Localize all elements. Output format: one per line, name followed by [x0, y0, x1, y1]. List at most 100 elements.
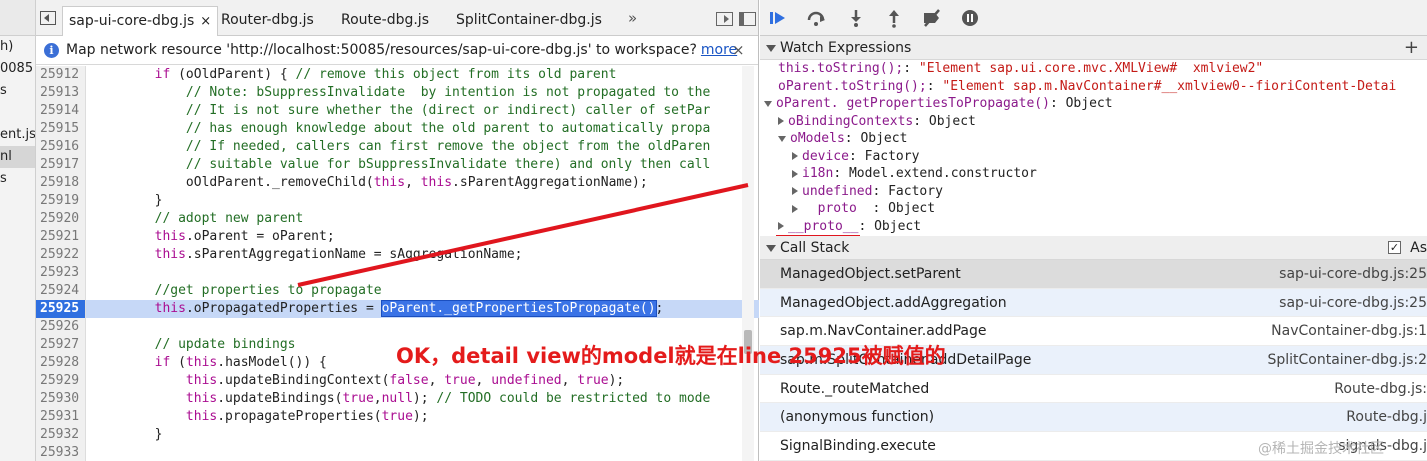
- code-line[interactable]: 25933: [36, 444, 759, 461]
- async-checkbox[interactable]: ✓: [1388, 241, 1401, 254]
- expanded-triangle-icon[interactable]: [764, 100, 772, 107]
- line-number[interactable]: 25921: [36, 228, 86, 246]
- code-line[interactable]: 25920 // adopt new parent: [36, 210, 759, 228]
- line-number[interactable]: 25930: [36, 390, 86, 408]
- code-line[interactable]: 25916 // If needed, callers can first re…: [36, 138, 759, 156]
- navigator-item[interactable]: h): [0, 36, 35, 58]
- call-frame[interactable]: Route._routeMatched Route-dbg.js:: [760, 375, 1427, 404]
- expanded-triangle-icon[interactable]: [778, 135, 786, 142]
- code-line[interactable]: 25926: [36, 318, 759, 336]
- call-stack-header[interactable]: Call Stack ✓ As: [760, 236, 1427, 260]
- editor-scrollbar[interactable]: [742, 66, 754, 461]
- line-number[interactable]: 25916: [36, 138, 86, 156]
- code-line[interactable]: 25922 this.sParentAggregationName = sAgg…: [36, 246, 759, 264]
- breakpoint-line[interactable]: 25925 this.oPropagatedProperties = oPare…: [36, 300, 759, 318]
- step-into-icon[interactable]: [846, 8, 866, 28]
- code-line[interactable]: 25917 // suitable value for bSuppressInv…: [36, 156, 759, 174]
- watch-row[interactable]: proto : Object: [760, 200, 1427, 218]
- line-number[interactable]: 25924: [36, 282, 86, 300]
- toggle-debugger-icon[interactable]: [716, 12, 733, 26]
- tab-route-dbg[interactable]: Route-dbg.js: [341, 6, 429, 36]
- tab-sap-ui-core-dbg[interactable]: sap-ui-core-dbg.js ×: [62, 6, 219, 36]
- call-frame[interactable]: (anonymous function) Route-dbg.j: [760, 403, 1427, 433]
- pause-on-exceptions-icon[interactable]: [960, 8, 980, 28]
- call-frame-location[interactable]: Route-dbg.js:: [1334, 375, 1427, 404]
- line-number[interactable]: 25925: [36, 300, 86, 318]
- watch-row[interactable]: oParent.toString();: "Element sap.m.NavC…: [760, 78, 1427, 96]
- line-number[interactable]: 25914: [36, 102, 86, 120]
- line-number[interactable]: 25912: [36, 66, 86, 84]
- collapsed-triangle-icon[interactable]: [792, 152, 798, 160]
- code-line[interactable]: 25932 }: [36, 426, 759, 444]
- watch-row[interactable]: oModels: Object: [760, 130, 1427, 148]
- collapsed-triangle-icon[interactable]: [778, 117, 784, 125]
- code-line[interactable]: 25931 this.propagateProperties(true);: [36, 408, 759, 426]
- call-frame[interactable]: ManagedObject.setParent sap-ui-core-dbg.j…: [760, 260, 1427, 289]
- watch-row[interactable]: i18n: Model.extend.constructor: [760, 165, 1427, 183]
- watch-row[interactable]: device: Factory: [760, 148, 1427, 166]
- step-over-icon[interactable]: [806, 8, 826, 28]
- code-line[interactable]: 25914 // It is not sure whether the (dir…: [36, 102, 759, 120]
- code-line[interactable]: 25924 //get properties to propagate: [36, 282, 759, 300]
- collapsed-triangle-icon[interactable]: [792, 169, 798, 178]
- navigator-item[interactable]: ent.js: [0, 124, 35, 146]
- line-number[interactable]: 25915: [36, 120, 86, 138]
- call-frame-location[interactable]: sap-ui-core-dbg.js:25: [1279, 260, 1427, 289]
- watch-row[interactable]: undefined: Factory: [760, 183, 1427, 201]
- line-number[interactable]: 25919: [36, 192, 86, 210]
- collapsed-triangle-icon[interactable]: [792, 204, 798, 213]
- line-number[interactable]: 25929: [36, 372, 86, 390]
- line-number[interactable]: 25913: [36, 84, 86, 102]
- call-frame-location[interactable]: NavContainer-dbg.js:1: [1271, 317, 1427, 346]
- code-line[interactable]: 25923: [36, 264, 759, 282]
- call-frame-location[interactable]: sap-ui-core-dbg.js:25: [1279, 289, 1427, 318]
- watch-row[interactable]: oParent. getPropertiesToPropagate(): Obj…: [760, 95, 1427, 113]
- add-watch-icon[interactable]: +: [1404, 36, 1419, 60]
- call-frame-location[interactable]: SplitContainer-dbg.js:2: [1267, 346, 1427, 375]
- close-infobar-icon[interactable]: ×: [732, 36, 745, 64]
- tab-overflow-icon[interactable]: »: [628, 9, 637, 27]
- call-frame-location[interactable]: Route-dbg.j: [1346, 403, 1427, 432]
- line-number[interactable]: 25928: [36, 354, 86, 372]
- code-view[interactable]: 25912 if (oOldParent) { // remove this o…: [36, 66, 759, 461]
- line-number[interactable]: 25923: [36, 264, 86, 282]
- line-number[interactable]: 25920: [36, 210, 86, 228]
- deactivate-breakpoints-icon[interactable]: [922, 8, 942, 28]
- call-frame[interactable]: ManagedObject.addAggregation sap-ui-core-…: [760, 288, 1427, 318]
- step-out-icon[interactable]: [884, 8, 904, 28]
- toggle-navigator-icon[interactable]: [40, 11, 56, 25]
- code-line[interactable]: 25930 this.updateBindings(true,null); //…: [36, 390, 759, 408]
- resume-icon[interactable]: [768, 8, 788, 28]
- line-number[interactable]: 25918: [36, 174, 86, 192]
- collapsed-triangle-icon[interactable]: [778, 222, 784, 230]
- tab-router-dbg[interactable]: Router-dbg.js: [221, 6, 314, 36]
- line-number[interactable]: 25932: [36, 426, 86, 444]
- close-tab-icon[interactable]: ×: [200, 14, 211, 29]
- code-line[interactable]: 25915 // has enough knowledge about the …: [36, 120, 759, 138]
- navigator-item[interactable]: nl: [0, 146, 35, 168]
- line-number[interactable]: 25917: [36, 156, 86, 174]
- collapsed-triangle-icon[interactable]: [792, 187, 798, 195]
- toggle-drawer-icon[interactable]: [739, 12, 756, 26]
- navigator-item[interactable]: s: [0, 80, 35, 102]
- navigator-item[interactable]: s: [0, 168, 35, 190]
- line-number[interactable]: 25931: [36, 408, 86, 426]
- code-line[interactable]: 25921 this.oParent = oParent;: [36, 228, 759, 246]
- watch-row[interactable]: this.toString();: "Element sap.ui.core.m…: [760, 60, 1427, 78]
- watch-row[interactable]: oBindingContexts: Object: [760, 113, 1427, 131]
- navigator-item[interactable]: [0, 102, 35, 124]
- code-line[interactable]: 25913 // Note: bSuppressInvalidate by in…: [36, 84, 759, 102]
- code-line[interactable]: 25919 }: [36, 192, 759, 210]
- watch-expressions-header[interactable]: Watch Expressions +: [760, 36, 1427, 60]
- line-number[interactable]: 25926: [36, 318, 86, 336]
- code-line[interactable]: 25918 oOldParent._removeChild(this, this…: [36, 174, 759, 192]
- code-line[interactable]: 25929 this.updateBindingContext(false, t…: [36, 372, 759, 390]
- code-line[interactable]: 25912 if (oOldParent) { // remove this o…: [36, 66, 759, 84]
- code-text: // It is not sure whether the (direct or…: [185, 103, 711, 118]
- watch-row[interactable]: __proto__: Object: [760, 218, 1427, 236]
- line-number[interactable]: 25922: [36, 246, 86, 264]
- line-number[interactable]: 25927: [36, 336, 86, 354]
- line-number[interactable]: 25933: [36, 444, 86, 461]
- tab-splitcontainer-dbg[interactable]: SplitContainer-dbg.js: [456, 6, 602, 36]
- navigator-item[interactable]: 0085: [0, 58, 35, 80]
